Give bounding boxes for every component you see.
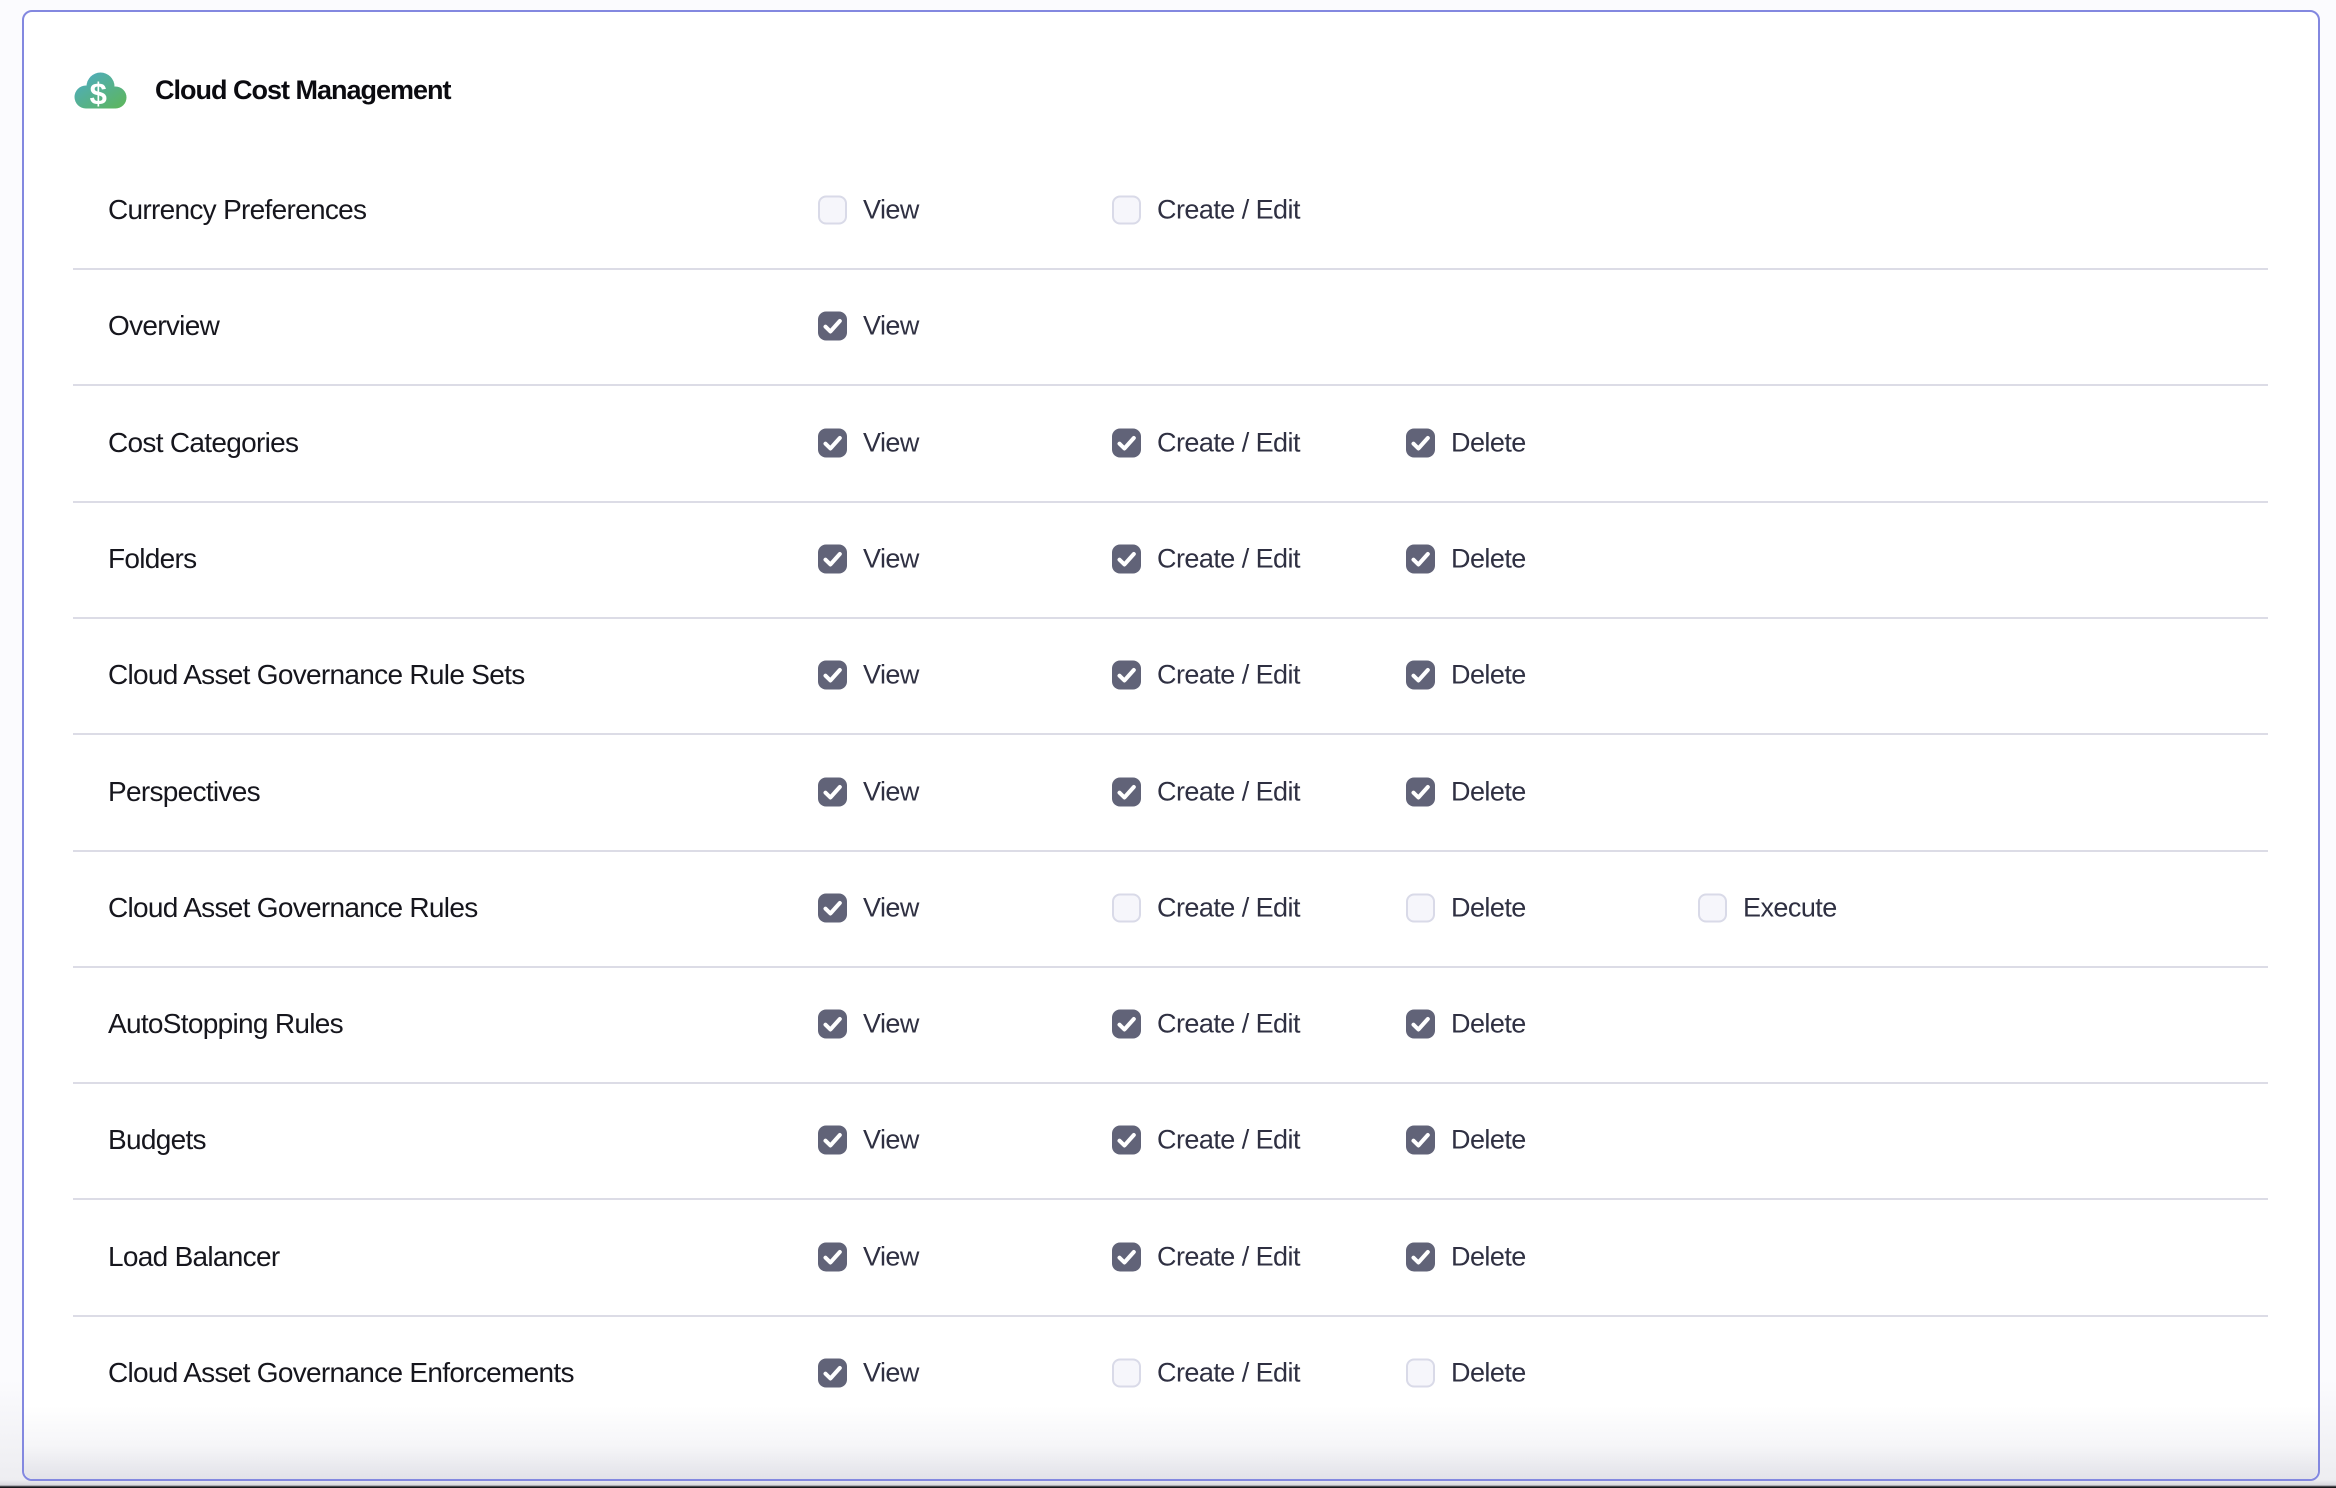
svg-text:$: $	[90, 76, 107, 110]
